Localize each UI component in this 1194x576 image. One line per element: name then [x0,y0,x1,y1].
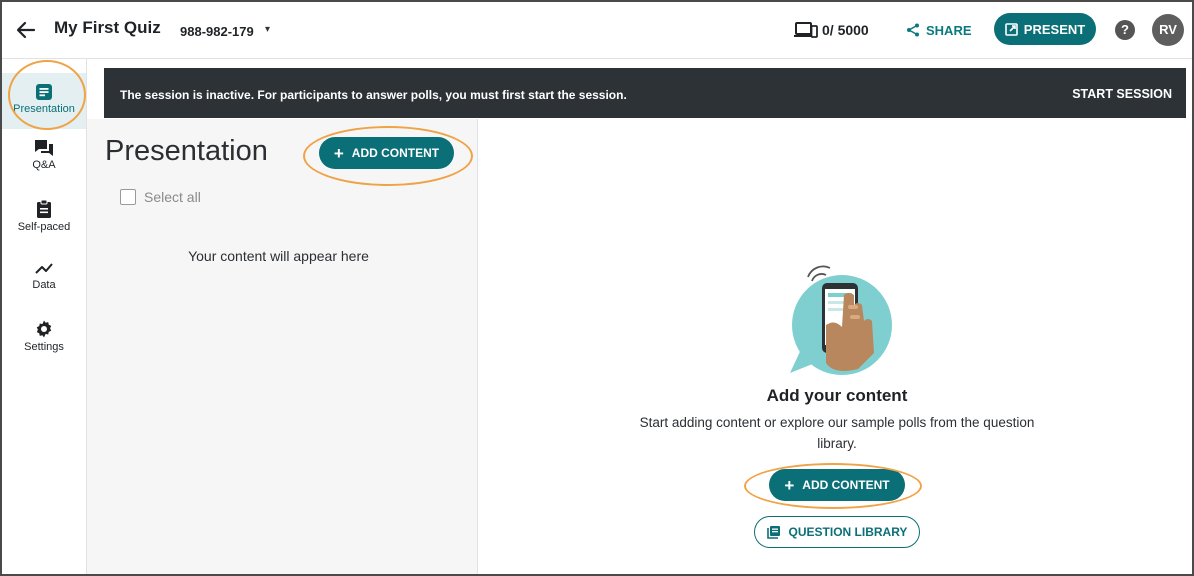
question-library-label: QUESTION LIBRARY [788,525,908,539]
plus-icon: + [784,475,795,495]
sidebar: Presentation Q&A Self-paced Data Setting… [2,59,87,574]
back-arrow-icon[interactable] [14,18,38,42]
presentation-panel: Presentation + ADD CONTENT Select all Yo… [87,119,478,574]
question-library-button[interactable]: QUESTION LIBRARY [754,516,920,548]
checkbox-icon[interactable] [120,189,136,205]
phone-hand-illustration [790,265,892,375]
avatar[interactable]: RV [1152,14,1184,46]
select-all-checkbox[interactable]: Select all [120,189,201,205]
gear-icon [36,320,52,338]
clipboard-icon [37,199,51,218]
sidebar-item-label: Data [32,279,56,291]
sidebar-item-label: Settings [24,341,64,353]
help-icon[interactable]: ? [1115,20,1135,40]
chart-line-icon [35,263,53,274]
inactive-session-banner: The session is inactive. For participant… [104,68,1186,118]
sidebar-item-label: Q&A [32,159,56,171]
chat-icon [35,140,53,156]
top-bar: My First Quiz 988-982-179 ▾ 0/ 5000 SHAR… [2,2,1192,59]
sidebar-item-qa[interactable]: Q&A [2,139,86,191]
present-button[interactable]: PRESENT [994,13,1096,45]
select-all-label: Select all [144,189,201,205]
devices-icon [794,22,818,38]
banner-message: The session is inactive. For participant… [120,88,627,102]
library-icon [766,526,780,539]
share-button[interactable]: SHARE [906,19,972,41]
page-title: My First Quiz [54,18,161,37]
panel-title: Presentation [105,135,268,167]
presentation-icon [36,84,52,100]
sidebar-item-data[interactable]: Data [2,259,86,311]
start-session-button[interactable]: START SESSION [1072,87,1172,101]
share-label: SHARE [926,22,972,38]
plus-icon: + [333,143,344,163]
sidebar-item-presentation[interactable]: Presentation [2,73,86,129]
empty-state-heading: Add your content [766,386,908,405]
share-icon [907,23,919,37]
sidebar-item-label: Self-paced [17,221,71,233]
app-window: My First Quiz 988-982-179 ▾ 0/ 5000 SHAR… [0,0,1194,576]
external-link-icon [1004,22,1018,36]
add-content-button-main[interactable]: + ADD CONTENT [769,469,905,501]
add-content-label: ADD CONTENT [802,478,890,492]
sidebar-item-settings[interactable]: Settings [2,319,86,371]
chevron-down-icon[interactable]: ▾ [265,24,270,35]
add-content-button-panel[interactable]: + ADD CONTENT [319,137,454,169]
session-code[interactable]: 988-982-179 [180,24,254,39]
add-content-label: ADD CONTENT [351,146,440,160]
empty-state-message: Your content will appear here [188,248,369,264]
participant-count: 0/ 5000 [822,22,869,38]
present-label: PRESENT [1023,21,1086,37]
sidebar-item-label: Presentation [13,103,75,115]
sidebar-item-self-paced[interactable]: Self-paced [2,199,86,251]
empty-state-description: Start adding content or explore our samp… [639,415,1035,451]
